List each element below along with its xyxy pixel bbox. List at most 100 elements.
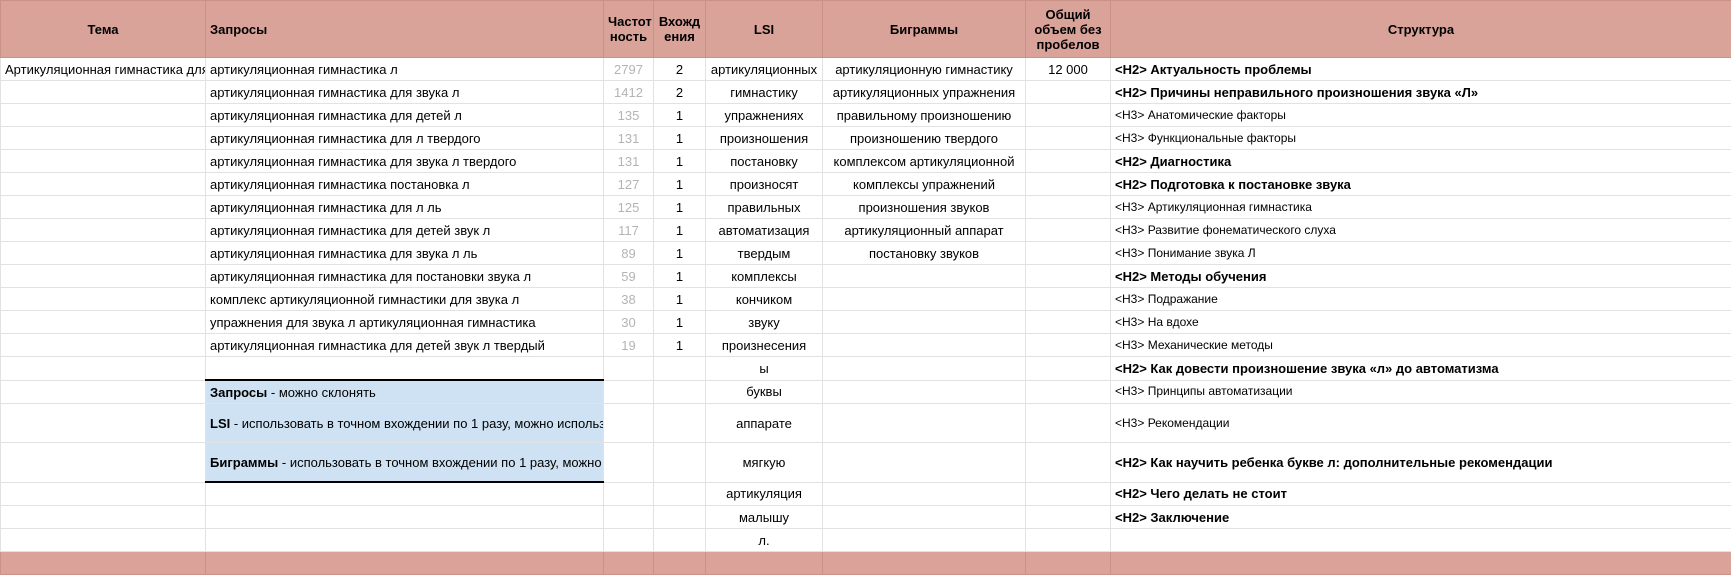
frequency-cell[interactable]: 131: [603, 149, 654, 173]
topic-cell[interactable]: [0, 287, 206, 311]
structure-cell[interactable]: <H3> Механические методы: [1110, 333, 1731, 357]
header-lsi[interactable]: LSI: [705, 0, 823, 58]
topic-cell[interactable]: [0, 442, 206, 483]
bigram-cell[interactable]: [822, 505, 1026, 529]
header-queries[interactable]: Запросы: [205, 0, 604, 58]
query-cell[interactable]: [205, 356, 604, 381]
structure-cell[interactable]: <H2> Как довести произношение звука «л» …: [1110, 356, 1731, 381]
query-cell[interactable]: [205, 481, 604, 506]
header-frequency[interactable]: Частот ность: [603, 0, 654, 58]
lsi-cell[interactable]: аппарате: [705, 403, 823, 443]
frequency-cell[interactable]: 131: [603, 126, 654, 150]
query-cell[interactable]: [205, 528, 604, 552]
lsi-cell[interactable]: комплексы: [705, 264, 823, 288]
occurrences-cell[interactable]: 2: [653, 80, 706, 104]
lsi-cell[interactable]: упражнениях: [705, 103, 823, 127]
lsi-cell[interactable]: твердым: [705, 241, 823, 265]
topic-cell[interactable]: [0, 218, 206, 242]
frequency-cell[interactable]: 2797: [603, 57, 654, 81]
legend-note-cell[interactable]: LSI - использовать в точном вхождении по…: [205, 403, 604, 443]
bigram-cell[interactable]: произношению твердого: [822, 126, 1026, 150]
lsi-cell[interactable]: произносят: [705, 172, 823, 196]
volume-cell[interactable]: [1025, 172, 1111, 196]
frequency-cell[interactable]: 127: [603, 172, 654, 196]
volume-cell[interactable]: [1025, 218, 1111, 242]
occurrences-cell[interactable]: [653, 403, 706, 443]
topic-cell[interactable]: [0, 149, 206, 173]
query-cell[interactable]: артикуляционная гимнастика для детей зву…: [205, 333, 604, 357]
frequency-cell[interactable]: 19: [603, 333, 654, 357]
structure-cell[interactable]: <H3> Развитие фонематического слуха: [1110, 218, 1731, 242]
lsi-cell[interactable]: артикуляционных: [705, 57, 823, 81]
topic-cell[interactable]: [0, 403, 206, 443]
lsi-cell[interactable]: гимнастику: [705, 80, 823, 104]
occurrences-cell[interactable]: [653, 528, 706, 552]
volume-cell[interactable]: [1025, 505, 1111, 529]
occurrences-cell[interactable]: 1: [653, 149, 706, 173]
lsi-cell[interactable]: произношения: [705, 126, 823, 150]
structure-cell[interactable]: <H2> Как научить ребенка букве л: дополн…: [1110, 442, 1731, 483]
topic-cell[interactable]: [0, 481, 206, 506]
volume-cell[interactable]: [1025, 356, 1111, 381]
occurrences-cell[interactable]: 1: [653, 333, 706, 357]
occurrences-cell[interactable]: 2: [653, 57, 706, 81]
structure-cell[interactable]: <H3> Понимание звука Л: [1110, 241, 1731, 265]
query-cell[interactable]: артикуляционная гимнастика для детей зву…: [205, 218, 604, 242]
query-cell[interactable]: артикуляционная гимнастика для л твердог…: [205, 126, 604, 150]
bigram-cell[interactable]: [822, 310, 1026, 334]
bigram-cell[interactable]: [822, 442, 1026, 483]
structure-cell[interactable]: <H2> Причины неправильного произношения …: [1110, 80, 1731, 104]
volume-cell[interactable]: [1025, 442, 1111, 483]
topic-cell[interactable]: [0, 310, 206, 334]
frequency-cell[interactable]: [603, 379, 654, 404]
query-cell[interactable]: комплекс артикуляционной гимнастики для …: [205, 287, 604, 311]
header-bigrams[interactable]: Биграммы: [822, 0, 1026, 58]
volume-cell[interactable]: [1025, 195, 1111, 219]
structure-cell[interactable]: <H2> Актуальность проблемы: [1110, 57, 1731, 81]
lsi-cell[interactable]: кончиком: [705, 287, 823, 311]
bigram-cell[interactable]: [822, 333, 1026, 357]
query-cell[interactable]: артикуляционная гимнастика л: [205, 57, 604, 81]
bigram-cell[interactable]: постановку звуков: [822, 241, 1026, 265]
frequency-cell[interactable]: [603, 403, 654, 443]
volume-cell[interactable]: [1025, 403, 1111, 443]
lsi-cell[interactable]: правильных: [705, 195, 823, 219]
frequency-cell[interactable]: [603, 442, 654, 483]
topic-cell[interactable]: [0, 195, 206, 219]
topic-cell[interactable]: [0, 505, 206, 529]
bigram-cell[interactable]: [822, 403, 1026, 443]
lsi-cell[interactable]: ы: [705, 356, 823, 381]
topic-cell[interactable]: [0, 241, 206, 265]
volume-cell[interactable]: [1025, 310, 1111, 334]
frequency-cell[interactable]: [603, 505, 654, 529]
query-cell[interactable]: артикуляционная гимнастика постановка л: [205, 172, 604, 196]
lsi-cell[interactable]: малышу: [705, 505, 823, 529]
lsi-cell[interactable]: л.: [705, 528, 823, 552]
topic-cell[interactable]: [0, 172, 206, 196]
query-cell[interactable]: артикуляционная гимнастика для постановк…: [205, 264, 604, 288]
volume-cell[interactable]: [1025, 126, 1111, 150]
frequency-cell[interactable]: 89: [603, 241, 654, 265]
bigram-cell[interactable]: артикуляционную гимнастику: [822, 57, 1026, 81]
bigram-cell[interactable]: артикуляционных упражнения: [822, 80, 1026, 104]
frequency-cell[interactable]: [603, 481, 654, 506]
query-cell[interactable]: артикуляционная гимнастика для звука л л…: [205, 241, 604, 265]
query-cell[interactable]: артикуляционная гимнастика для детей л: [205, 103, 604, 127]
structure-cell[interactable]: <H2> Методы обучения: [1110, 264, 1731, 288]
volume-cell[interactable]: [1025, 481, 1111, 506]
bigram-cell[interactable]: [822, 264, 1026, 288]
volume-cell[interactable]: [1025, 287, 1111, 311]
bigram-cell[interactable]: комплексом артикуляционной: [822, 149, 1026, 173]
structure-cell[interactable]: <H3> Анатомические факторы: [1110, 103, 1731, 127]
query-cell[interactable]: артикуляционная гимнастика для звука л: [205, 80, 604, 104]
occurrences-cell[interactable]: 1: [653, 103, 706, 127]
occurrences-cell[interactable]: [653, 356, 706, 381]
occurrences-cell[interactable]: 1: [653, 126, 706, 150]
lsi-cell[interactable]: артикуляция: [705, 481, 823, 506]
bigram-cell[interactable]: комплексы упражнений: [822, 172, 1026, 196]
occurrences-cell[interactable]: 1: [653, 172, 706, 196]
structure-cell[interactable]: <H3> Функциональные факторы: [1110, 126, 1731, 150]
topic-cell[interactable]: [0, 103, 206, 127]
bigram-cell[interactable]: артикуляционный аппарат: [822, 218, 1026, 242]
lsi-cell[interactable]: постановку: [705, 149, 823, 173]
